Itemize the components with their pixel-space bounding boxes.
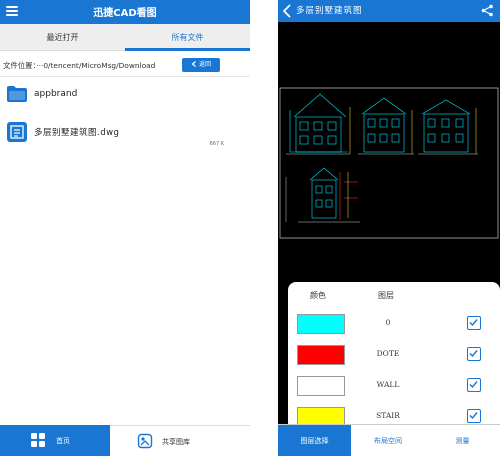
list-item-folder[interactable]: appbrand <box>0 80 250 112</box>
layer-name: 0 <box>385 318 391 327</box>
drawing-viewer-screen: 多层别墅建筑图 颜色 图层 0 DOTE WALL STAIR 图层选择 布局空… <box>278 0 500 456</box>
layer-color-swatch <box>297 345 345 365</box>
file-name: 多层别墅建筑图.dwg <box>34 128 120 138</box>
layer-name: STAIR <box>376 411 400 420</box>
folder-name: appbrand <box>34 89 78 99</box>
viewer-header: 多层别墅建筑图 <box>278 0 500 22</box>
layer-color-swatch <box>297 407 345 424</box>
back-arrow-icon <box>191 60 196 67</box>
check-icon <box>469 350 478 358</box>
share-gallery-icon <box>137 433 153 449</box>
tab-recent[interactable]: 最近打开 <box>0 24 125 51</box>
nav-shared-gallery[interactable]: 共享图库 <box>110 425 250 456</box>
check-icon <box>469 319 478 327</box>
cad-drawing-canvas[interactable] <box>278 22 500 282</box>
file-path: 文件位置：···0/tencent/MicroMsg/Download <box>3 60 155 71</box>
layer-row[interactable]: DOTE <box>288 343 500 371</box>
drawing-title: 多层别墅建筑图 <box>296 6 363 16</box>
layer-checkbox[interactable] <box>467 347 481 361</box>
layer-row[interactable]: 0 <box>288 312 500 340</box>
bottom-nav: 首页 共享图库 <box>0 425 250 456</box>
back-button[interactable]: 返回 <box>182 58 220 72</box>
path-value: ···0/tencent/MicroMsg/Download <box>36 61 156 70</box>
layer-row[interactable]: STAIR <box>288 405 500 424</box>
file-size: 667 K <box>209 141 224 147</box>
tab-all-files[interactable]: 所有文件 <box>125 24 250 51</box>
layer-checkbox[interactable] <box>467 378 481 392</box>
check-icon <box>469 412 478 420</box>
check-icon <box>469 381 478 389</box>
file-browser-screen: 迅捷CAD看图 最近打开 所有文件 文件位置：···0/tencent/Micr… <box>0 0 250 456</box>
nav-layer-select[interactable]: 图层选择 <box>278 425 351 456</box>
layer-color-swatch <box>297 376 345 396</box>
layer-row[interactable]: WALL <box>288 374 500 402</box>
layer-name: WALL <box>376 380 400 389</box>
layer-name: DOTE <box>376 349 400 358</box>
layer-color-swatch <box>297 314 345 334</box>
screen-divider <box>250 0 278 456</box>
layer-column-header: 图层 <box>378 291 394 300</box>
dwg-file-icon <box>7 122 27 142</box>
app-header: 迅捷CAD看图 <box>0 0 250 24</box>
back-arrow-icon[interactable] <box>282 3 292 19</box>
active-tab-indicator <box>125 48 250 51</box>
path-bar: 文件位置：···0/tencent/MicroMsg/Download 返回 <box>0 53 250 77</box>
layer-checkbox[interactable] <box>467 409 481 423</box>
nav-measure[interactable]: 测量 <box>425 425 500 456</box>
viewer-bottom-nav: 图层选择 布局空间 测量 <box>278 424 500 456</box>
path-label: 文件位置： <box>3 61 37 70</box>
app-title: 迅捷CAD看图 <box>93 8 157 19</box>
nav-shared-gallery-label: 共享图库 <box>162 438 190 446</box>
nav-home-label: 首页 <box>56 437 70 445</box>
back-button-label: 返回 <box>198 61 211 68</box>
layer-checkbox[interactable] <box>467 316 481 330</box>
list-item-file[interactable]: 多层别墅建筑图.dwg 667 K <box>0 116 250 152</box>
layer-selection-panel: 颜色 图层 0 DOTE WALL STAIR <box>288 282 500 424</box>
grid-icon <box>31 433 45 447</box>
file-tabs: 最近打开 所有文件 <box>0 24 250 51</box>
color-column-header: 颜色 <box>310 291 326 300</box>
share-icon[interactable] <box>481 4 494 17</box>
folder-icon <box>7 86 27 102</box>
nav-layout-space[interactable]: 布局空间 <box>351 425 425 456</box>
nav-home[interactable]: 首页 <box>0 425 110 456</box>
